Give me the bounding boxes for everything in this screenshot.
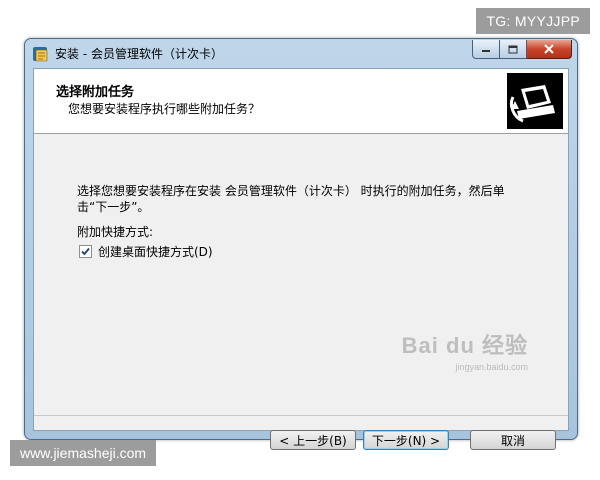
installer-app-icon: [33, 47, 48, 62]
wizard-header: 选择附加任务 您想要安装程序执行哪些附加任务？: [34, 69, 568, 134]
title-bar[interactable]: 安装 - 会员管理软件（计次卡）: [25, 39, 577, 67]
desktop-shortcut-option[interactable]: 创建桌面快捷方式(D): [79, 243, 213, 260]
dialog-content: 选择附加任务 您想要安装程序执行哪些附加任务？ 选择您想要安装程序在安装 会员管…: [33, 68, 569, 450]
task-description: 选择您想要安装程序在安装 会员管理软件（计次卡） 时执行的附加任务，然后单击“下…: [77, 184, 505, 214]
desktop-shortcut-label: 创建桌面快捷方式(D): [98, 245, 213, 259]
next-button[interactable]: 下一步(N) >: [363, 430, 449, 450]
window-controls: [472, 40, 572, 59]
cancel-button[interactable]: 取消: [470, 430, 556, 450]
baidu-watermark: Bai du 经验: [401, 333, 528, 358]
maximize-button[interactable]: [500, 40, 527, 59]
minimize-button[interactable]: [472, 40, 500, 59]
close-icon: [544, 44, 554, 54]
installer-computer-icon: [507, 73, 563, 129]
page-title: 选择附加任务: [56, 85, 135, 100]
page-subtitle: 您想要安装程序执行哪些附加任务？: [68, 102, 261, 116]
footer-divider: [34, 415, 568, 416]
installer-window: 安装 - 会员管理软件（计次卡） 选择附加任务 您想要安装程序执行哪些附加任务？…: [24, 38, 578, 450]
baidu-watermark-url: jingyan.baidu.com: [455, 362, 528, 372]
close-button[interactable]: [527, 40, 572, 59]
desktop-shortcut-checkbox[interactable]: [79, 245, 92, 258]
shortcut-group-label: 附加快捷方式:: [77, 225, 154, 239]
minimize-icon: [482, 50, 490, 52]
tg-badge: TG: MYYJJPP: [476, 8, 590, 34]
window-title: 安装 - 会员管理软件（计次卡）: [55, 47, 223, 61]
url-badge: www.jiemasheji.com: [10, 440, 157, 466]
back-button[interactable]: < 上一步(B): [270, 430, 356, 450]
checkmark-icon: [81, 247, 90, 256]
maximize-icon: [508, 45, 518, 53]
